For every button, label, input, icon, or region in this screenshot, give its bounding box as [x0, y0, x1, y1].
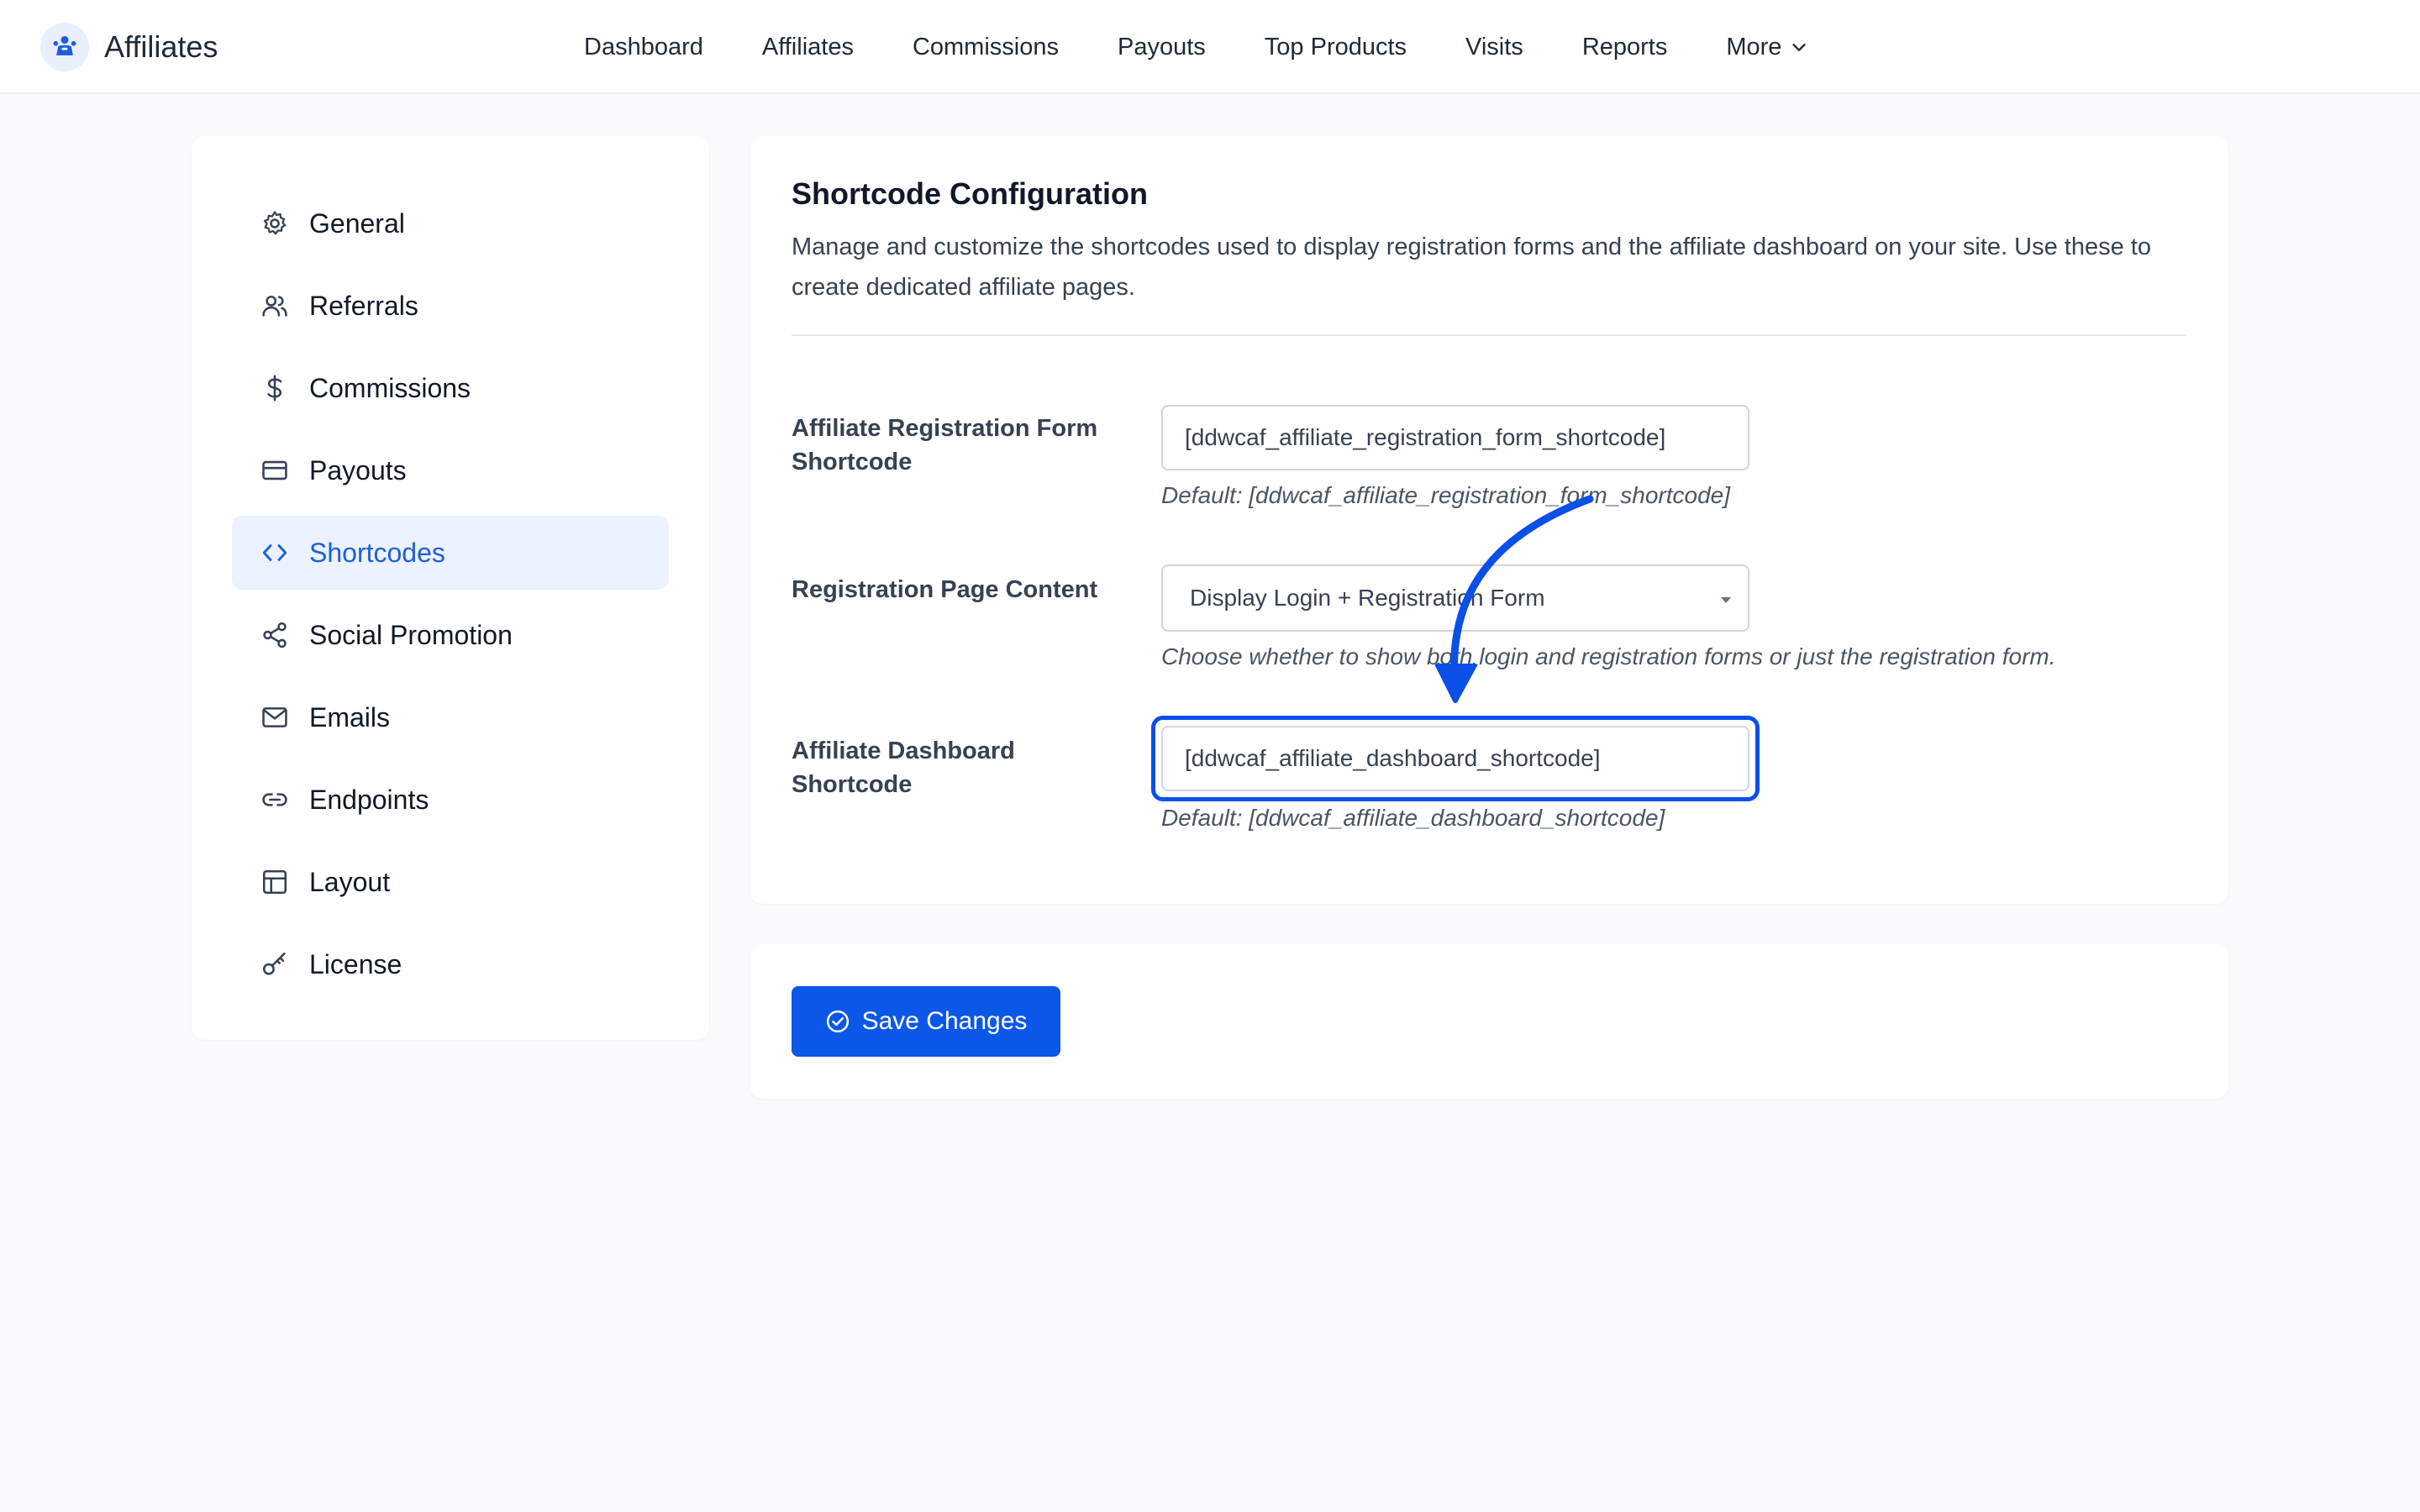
save-changes-label: Save Changes	[861, 1007, 1028, 1035]
credit-card-icon	[262, 460, 287, 480]
share-icon	[263, 622, 287, 648]
chevron-down-icon	[1792, 44, 1807, 51]
registration-page-content-select[interactable]: Display Login + Registration Form	[1161, 564, 1749, 632]
sidebar-item-license[interactable]: License	[232, 927, 669, 1001]
gear-icon	[263, 211, 287, 235]
divider	[792, 334, 2186, 336]
sidebar-item-label: Shortcodes	[309, 537, 445, 568]
top-navigation: Dashboard Affiliates Commissions Payouts…	[584, 0, 1867, 94]
dashboard-shortcode-label: Affiliate Dashboard Shortcode	[792, 738, 1015, 798]
settings-sidebar: General Referrals Commissions Payouts Sh…	[192, 136, 709, 1040]
actions-card: Save Changes	[750, 944, 2228, 1099]
sidebar-item-general[interactable]: General	[232, 186, 669, 260]
caret-down-icon	[1721, 597, 1731, 603]
sidebar-item-label: Payouts	[309, 454, 407, 486]
save-changes-button[interactable]: Save Changes	[792, 986, 1060, 1057]
registration-form-shortcode-input[interactable]	[1161, 405, 1749, 470]
shortcode-configuration-card: Shortcode Configuration Manage and custo…	[750, 136, 2228, 904]
sidebar-item-label: Referrals	[309, 290, 418, 321]
check-circle-icon	[826, 1010, 849, 1033]
key-icon	[262, 952, 286, 975]
sidebar-item-shortcodes[interactable]: Shortcodes	[232, 516, 669, 590]
brand[interactable]: Affiliates	[40, 23, 218, 71]
sidebar-item-label: Social Promotion	[309, 619, 513, 650]
dashboard-shortcode-help: Default: [ddwcaf_affiliate_dashboard_sho…	[1161, 805, 1665, 831]
sidebar-item-layout[interactable]: Layout	[232, 845, 669, 919]
registration-page-content-selected: Display Login + Registration Form	[1190, 585, 1545, 611]
sidebar-item-label: Emails	[309, 701, 391, 732]
layout-icon	[262, 869, 287, 895]
sidebar-item-label: Layout	[309, 866, 391, 897]
users-icon	[262, 295, 287, 317]
dashboard-shortcode-input[interactable]	[1161, 726, 1749, 791]
section-description: Manage and customize the shortcodes used…	[792, 234, 2151, 301]
sidebar-item-emails[interactable]: Emails	[232, 680, 669, 754]
sidebar-item-label: General	[309, 207, 405, 239]
sidebar-item-commissions[interactable]: Commissions	[232, 351, 669, 425]
section-title: Shortcode Configuration	[792, 176, 1148, 211]
nav-more-label: More	[1726, 33, 1782, 60]
link-icon	[262, 793, 287, 806]
sidebar-item-endpoints[interactable]: Endpoints	[232, 763, 669, 837]
affiliate-people-icon	[40, 23, 89, 71]
nav-payouts[interactable]: Payouts	[1118, 34, 1206, 61]
app-title: Affiliates	[104, 29, 218, 64]
sidebar-item-social-promotion[interactable]: Social Promotion	[232, 598, 669, 672]
mail-icon	[262, 707, 287, 727]
sidebar-item-label: License	[309, 948, 402, 979]
registration-page-content-help: Choose whether to show both login and re…	[1161, 643, 2056, 669]
registration-page-content-label: Registration Page Content	[792, 576, 1098, 603]
sidebar-item-label: Commissions	[309, 372, 471, 403]
nav-affiliates[interactable]: Affiliates	[762, 34, 854, 61]
nav-more[interactable]: More	[1726, 34, 1808, 61]
nav-top-products[interactable]: Top Products	[1265, 34, 1407, 61]
code-icon	[262, 544, 287, 561]
dollar-icon	[267, 375, 282, 402]
nav-commissions[interactable]: Commissions	[913, 34, 1059, 61]
sidebar-item-payouts[interactable]: Payouts	[232, 433, 669, 507]
registration-form-shortcode-help: Default: [ddwcaf_affiliate_registration_…	[1161, 482, 1731, 508]
sidebar-item-referrals[interactable]: Referrals	[232, 269, 669, 343]
top-bar: Affiliates Dashboard Affiliates Commissi…	[0, 0, 2420, 94]
nav-visits[interactable]: Visits	[1465, 34, 1523, 61]
registration-form-shortcode-label: Affiliate Registration Form Shortcode	[792, 415, 1098, 475]
nav-dashboard[interactable]: Dashboard	[584, 34, 703, 61]
nav-reports[interactable]: Reports	[1582, 34, 1668, 61]
sidebar-item-label: Endpoints	[309, 784, 429, 815]
